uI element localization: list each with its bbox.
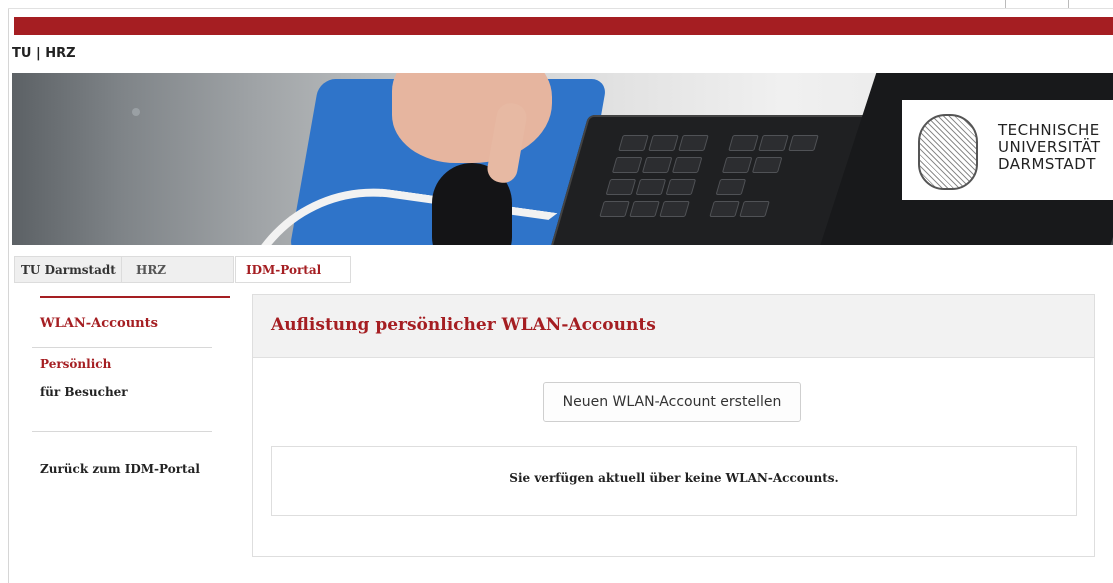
- keyboard-key: [618, 135, 649, 151]
- tab-idm-portal[interactable]: IDM-Portal: [235, 256, 351, 283]
- keyboard-key: [659, 201, 690, 217]
- main-panel: Auflistung persönlicher WLAN-Accounts Ne…: [252, 294, 1095, 557]
- keyboard-key: [599, 201, 630, 217]
- university-seal-icon: [918, 114, 978, 190]
- page-frame-left: [8, 8, 9, 583]
- keyboard-key: [788, 135, 819, 151]
- keyboard-key: [671, 157, 703, 173]
- keyboard-key: [758, 135, 789, 151]
- keyboard-key: [728, 135, 759, 151]
- empty-state-message: Sie verfügen aktuell über keine WLAN-Acc…: [509, 471, 839, 485]
- sidebar-item-persoenlich[interactable]: Persönlich: [40, 357, 111, 371]
- keyboard-key: [611, 157, 643, 173]
- sidebar-item-besucher[interactable]: für Besucher: [40, 385, 128, 399]
- keyboard-key: [715, 179, 747, 195]
- tab-hrz[interactable]: HRZ: [122, 256, 234, 283]
- keyboard-key: [721, 157, 753, 173]
- page-frame-top: [8, 8, 1113, 9]
- top-tick-b: [1068, 0, 1069, 8]
- keyboard-key: [665, 179, 697, 195]
- keyboard-key: [641, 157, 673, 173]
- create-wlan-account-button[interactable]: Neuen WLAN-Account erstellen: [543, 382, 801, 422]
- sidebar-divider: [32, 431, 212, 432]
- top-tick-a: [1005, 0, 1006, 8]
- empty-state-box: Sie verfügen aktuell über keine WLAN-Acc…: [271, 446, 1077, 516]
- keyboard-key: [605, 179, 637, 195]
- header-red-bar: [14, 17, 1113, 35]
- banner-pen-dot: [132, 108, 140, 116]
- sidebar-divider: [32, 347, 212, 348]
- keyboard-key: [739, 201, 770, 217]
- sidebar-accent-line: [40, 296, 230, 298]
- keyboard-key: [751, 157, 783, 173]
- sidebar-title[interactable]: WLAN-Accounts: [40, 316, 158, 331]
- university-logo[interactable]: TECHNISCHE UNIVERSITÄT DARMSTADT: [902, 100, 1113, 200]
- keyboard-key: [635, 179, 667, 195]
- keyboard-key: [629, 201, 660, 217]
- keyboard-key: [648, 135, 679, 151]
- panel-header: Auflistung persönlicher WLAN-Accounts: [253, 295, 1094, 358]
- sidebar-back-link[interactable]: Zurück zum IDM-Portal: [40, 462, 200, 476]
- tab-tu-darmstadt[interactable]: TU Darmstadt: [14, 256, 122, 283]
- university-logo-text: TECHNISCHE UNIVERSITÄT DARMSTADT: [998, 121, 1101, 173]
- page-title: Auflistung persönlicher WLAN-Accounts: [271, 315, 656, 335]
- keyboard-key: [678, 135, 709, 151]
- site-brand[interactable]: TU | HRZ: [12, 46, 76, 61]
- keyboard-key: [709, 201, 740, 217]
